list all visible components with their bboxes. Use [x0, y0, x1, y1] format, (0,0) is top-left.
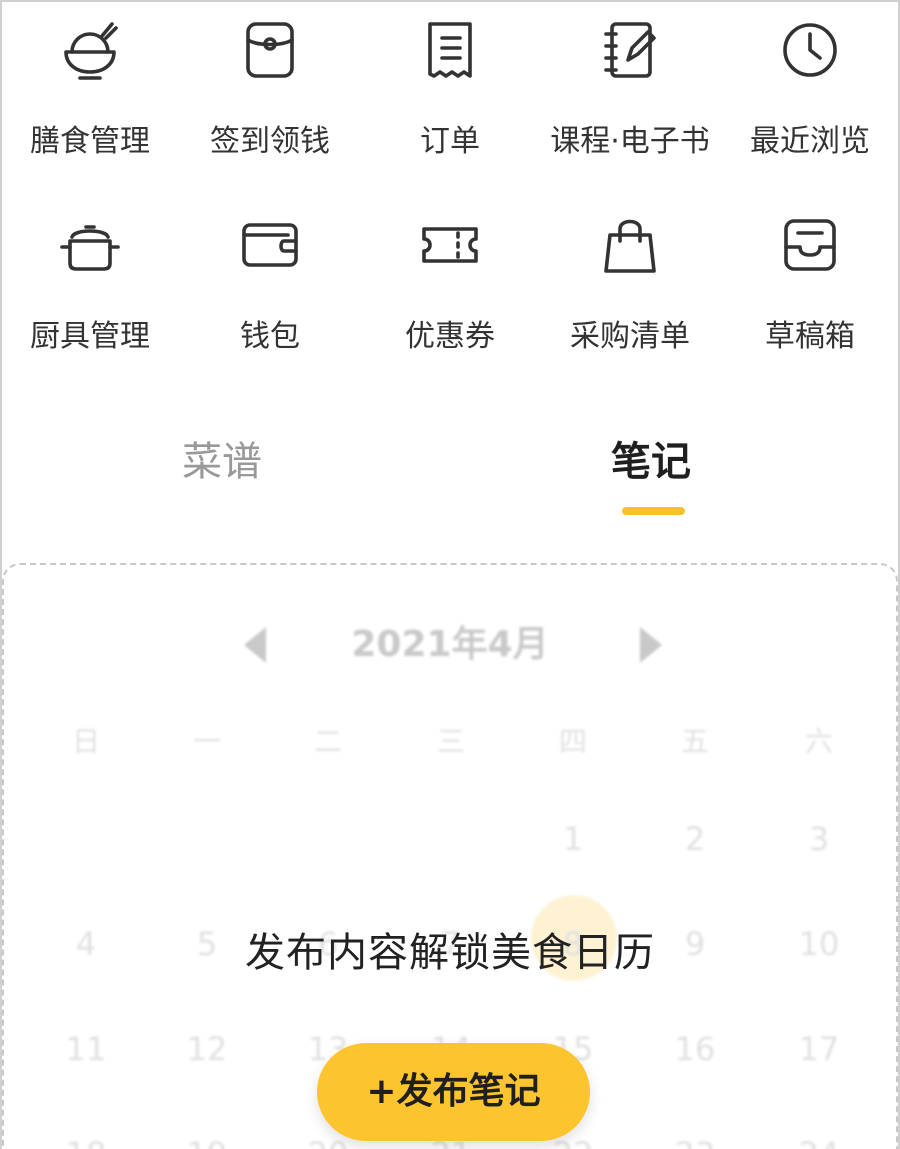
- active-tab-indicator: [622, 507, 685, 515]
- calendar-day[interactable]: 1: [513, 820, 633, 858]
- weekday-label: 一: [192, 725, 221, 758]
- menu-item-label: 签到领钱: [210, 124, 330, 159]
- weekday-label: 三: [436, 725, 465, 758]
- publish-note-label: 发布笔记: [396, 1071, 541, 1112]
- calendar-day[interactable]: 23: [635, 1135, 755, 1149]
- plus-icon: +: [366, 1071, 397, 1112]
- menu-item-orders[interactable]: 订单: [360, 10, 540, 180]
- menu-item-shopping-list[interactable]: 采购清单: [540, 205, 720, 375]
- content-tabs: 菜谱 笔记: [0, 425, 900, 525]
- menu-item-cookware[interactable]: 厨具管理: [0, 205, 180, 375]
- food-calendar-card: 2021年4月 日一二三四五六 123456789101112131415161…: [2, 563, 898, 1149]
- publish-note-button[interactable]: +发布笔记: [317, 1043, 590, 1141]
- calendar-day[interactable]: 17: [759, 1030, 879, 1068]
- pot-icon: [60, 225, 120, 271]
- menu-item-label: 草稿箱: [765, 319, 855, 354]
- menu-item-recent[interactable]: 最近浏览: [720, 10, 900, 180]
- shopping-bag-icon: [604, 219, 656, 273]
- checkin-icon: [246, 22, 294, 78]
- menu-item-label: 优惠券: [405, 319, 495, 354]
- inbox-icon: [784, 219, 836, 271]
- menu-item-label: 钱包: [240, 319, 300, 354]
- menu-item-label: 订单: [420, 124, 480, 159]
- wallet-icon: [242, 223, 298, 267]
- menu-item-label: 最近浏览: [750, 124, 870, 159]
- menu-item-checkin[interactable]: 签到领钱: [180, 10, 360, 180]
- feature-row-2: 厨具管理 钱包 优惠券 采购清单 草稿箱: [0, 205, 900, 375]
- coupon-icon: [422, 227, 478, 263]
- weekday-label: 日: [71, 725, 100, 758]
- feature-row-1: 膳食管理 签到领钱 订单 课程·电子书 最近浏览: [0, 10, 900, 180]
- notebook-icon: [604, 22, 656, 78]
- menu-item-coupons[interactable]: 优惠券: [360, 205, 540, 375]
- bowl-icon: [64, 22, 118, 80]
- weekday-label: 五: [680, 725, 709, 758]
- calendar-day[interactable]: 2: [635, 820, 755, 858]
- tab-recipe[interactable]: 菜谱: [182, 435, 262, 489]
- calendar-day[interactable]: 12: [147, 1030, 267, 1068]
- menu-item-label: 膳食管理: [30, 124, 150, 159]
- receipt-icon: [428, 22, 472, 78]
- clock-icon: [783, 23, 837, 77]
- weekday-label: 二: [313, 725, 342, 758]
- menu-item-wallet[interactable]: 钱包: [180, 205, 360, 375]
- menu-item-label: 课程·电子书: [550, 124, 710, 159]
- weekday-label: 四: [558, 725, 587, 758]
- menu-item-drafts[interactable]: 草稿箱: [720, 205, 900, 375]
- calendar-day[interactable]: 3: [759, 820, 879, 858]
- unlock-message: 发布内容解锁美食日历: [245, 930, 655, 976]
- menu-item-courses-ebooks[interactable]: 课程·电子书: [540, 10, 720, 180]
- weekday-label: 六: [804, 725, 833, 758]
- calendar-day[interactable]: 11: [26, 1030, 146, 1068]
- calendar-day[interactable]: 16: [635, 1030, 755, 1068]
- calendar-day[interactable]: 24: [759, 1135, 879, 1149]
- menu-item-label: 厨具管理: [30, 319, 150, 354]
- calendar-month-title: 2021年4月: [351, 624, 549, 665]
- calendar-day[interactable]: 19: [147, 1135, 267, 1149]
- next-month-icon[interactable]: [640, 627, 662, 663]
- calendar-day[interactable]: 18: [26, 1135, 146, 1149]
- menu-item-label: 采购清单: [570, 319, 690, 354]
- tab-notes[interactable]: 笔记: [611, 435, 691, 489]
- menu-item-meal-management[interactable]: 膳食管理: [0, 10, 180, 180]
